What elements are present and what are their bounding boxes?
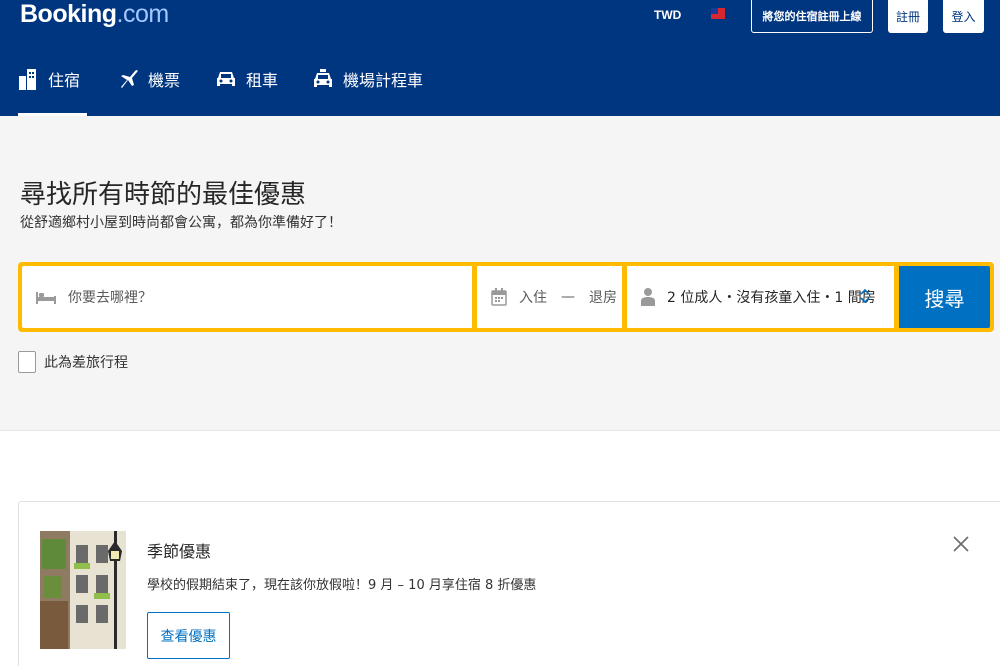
business-trip-checkbox[interactable] [18,351,36,373]
page-title: 尋找所有時節的最佳優惠 [20,180,307,210]
logo-main-text: Booking [20,0,117,28]
date-field[interactable]: 入住 — 退房 [477,266,622,328]
view-deals-button[interactable]: 查看優惠 [147,612,230,659]
promo-image [40,531,126,649]
guests-field[interactable]: 2 位成人・沒有孩童入住・1 間房 [627,266,894,328]
language-flag-icon[interactable] [711,8,725,19]
checkin-label: 入住 [519,290,547,306]
search-button[interactable]: 搜尋 [899,266,990,328]
search-form: 你要去哪裡？ 入住 — 退房 2 位成人・沒有孩童入住・1 間房 搜尋 [18,262,994,332]
bed-icon [36,292,56,304]
page-subtitle: 從舒適鄉村小屋到時尚都會公寓，都為你準備好了！ [20,215,342,231]
destination-field[interactable]: 你要去哪裡？ [22,266,472,328]
calendar-icon [491,288,507,306]
person-icon [641,288,655,306]
tab-flights[interactable]: 機票 [118,58,180,116]
tab-stays[interactable]: 住宿 [18,58,87,116]
bed-icon [19,69,36,90]
promo-title: 季節優惠 [147,542,212,561]
product-tabs: 住宿 機票 租車 機場計程車 [0,58,1000,116]
chevron-updown-icon [860,288,870,304]
date-separator: — [561,289,575,305]
tab-label: 機票 [148,71,181,90]
booking-logo[interactable]: Booking.com [20,0,169,29]
destination-input[interactable]: 你要去哪裡？ [68,287,152,307]
logo-suffix-text: .com [116,0,170,28]
currency-selector[interactable]: TWD [654,8,681,22]
login-button[interactable]: 登入 [943,0,984,33]
taxi-icon [314,69,332,87]
car-icon [217,72,235,86]
list-property-button[interactable]: 將您的住宿註冊上線 [751,0,873,33]
checkout-label: 退房 [589,290,617,306]
promo-description: 學校的假期結束了，現在該你放假啦！9 月 – 10 月享住宿 8 折優惠 [147,578,537,593]
tab-label: 機場計程車 [343,71,424,90]
guests-summary: 2 位成人・沒有孩童入住・1 間房 [667,290,876,306]
close-icon[interactable] [953,536,969,552]
tab-car-rental[interactable]: 租車 [214,58,278,116]
search-hero: 尋找所有時節的最佳優惠 從舒適鄉村小屋到時尚都會公寓，都為你準備好了！ 你要去哪… [0,116,1000,431]
top-header: Booking.com TWD 將您的住宿註冊上線 註冊 登入 住宿 機票 租車… [0,0,1000,116]
business-trip-label: 此為差旅行程 [44,355,128,371]
tab-airport-taxi[interactable]: 機場計程車 [311,58,423,116]
tab-label: 租車 [246,71,279,90]
promo-card: 季節優惠 學校的假期結束了，現在該你放假啦！9 月 – 10 月享住宿 8 折優… [18,501,1000,666]
plane-icon [121,70,138,88]
business-trip-option[interactable]: 此為差旅行程 [18,351,128,373]
register-button[interactable]: 註冊 [888,0,928,33]
tab-label: 住宿 [48,71,81,90]
